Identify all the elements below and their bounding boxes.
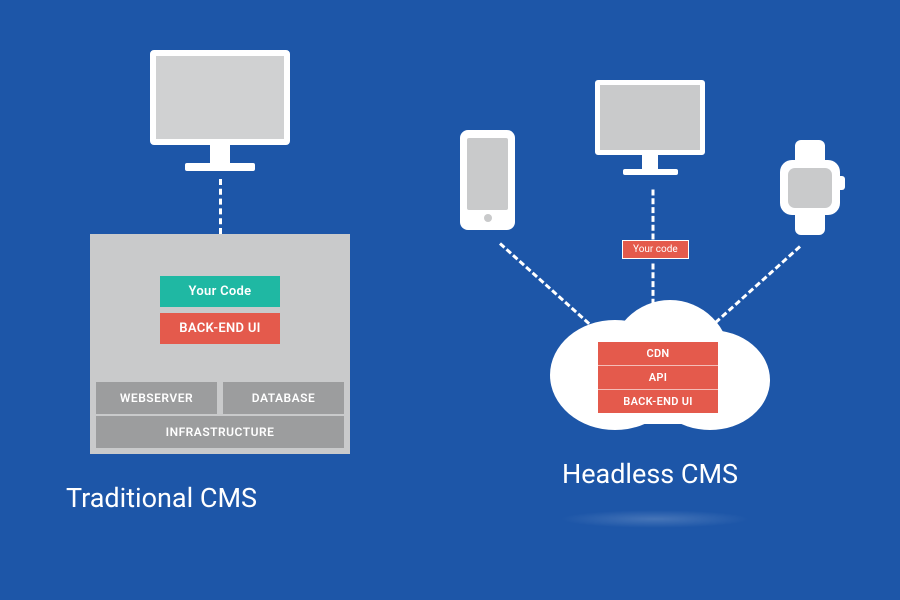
cloud-stack: CDN API BACK-END UI [598,342,718,413]
infrastructure-label: INFRASTRUCTURE [96,416,344,448]
headless-cms-column: Your code CDN API BACK-END UI Headless C… [440,60,860,530]
api-label: API [598,365,718,389]
server-stack-box: Your Code BACK-END UI WEBSERVER DATABASE… [90,234,350,454]
smartphone-icon [460,130,515,230]
cloud-shadow [560,510,750,528]
connector-line [652,190,655,240]
database-label: DATABASE [223,382,344,414]
smartwatch-icon [780,140,840,235]
your-code-tag: Your code [622,240,689,259]
backend-ui-label: BACK-END UI [598,389,718,413]
traditional-cms-title: Traditional CMS [60,482,380,514]
webserver-label: WEBSERVER [96,382,217,414]
connector-line [219,179,222,234]
traditional-cms-column: Your Code BACK-END UI WEBSERVER DATABASE… [60,50,380,514]
desktop-monitor-icon [150,50,290,171]
cloud-icon: CDN API BACK-END UI [550,300,760,430]
cdn-label: CDN [598,342,718,365]
backend-ui-label: BACK-END UI [160,313,280,344]
your-code-label: Your Code [160,276,280,307]
headless-cms-title: Headless CMS [440,458,860,490]
desktop-monitor-icon [595,80,705,175]
